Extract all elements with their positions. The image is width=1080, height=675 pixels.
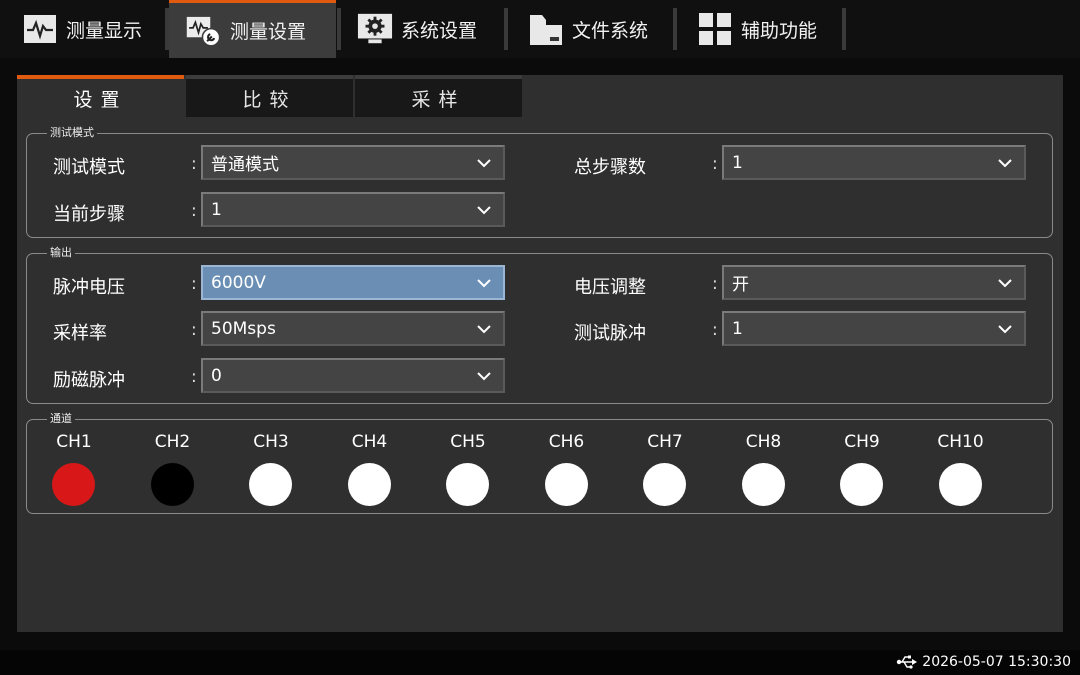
select-value: 1: [732, 152, 743, 173]
channel-label: CH4: [351, 432, 388, 452]
channel-toggle-ch2[interactable]: [150, 463, 194, 506]
colon: :: [191, 274, 197, 294]
sample-rate-select[interactable]: 50Msps: [201, 311, 505, 346]
nav-divider: [842, 8, 846, 50]
select-value: 0: [211, 365, 222, 386]
channel-toggle-ch10[interactable]: [938, 463, 982, 506]
channel-toggle-ch4[interactable]: [347, 463, 391, 506]
channel-toggle-ch5[interactable]: [446, 463, 489, 506]
usb-icon: [896, 655, 917, 669]
excite-pulse-label: 励磁脉冲: [53, 370, 125, 391]
colon: :: [191, 367, 197, 387]
channel-label: CH1: [56, 432, 92, 452]
group-title: 通道: [47, 411, 75, 427]
nav-divider: [337, 8, 341, 50]
test-pulse-label: 测试脉冲: [574, 323, 646, 344]
total-steps-label: 总步骤数: [574, 157, 646, 178]
channel-label: CH2: [154, 432, 191, 452]
chevron-down-icon: [477, 325, 491, 334]
waveform-wrench-icon: [186, 13, 222, 49]
channel-toggle-ch8[interactable]: [741, 463, 785, 506]
colon: :: [712, 154, 718, 174]
group-title: 测试模式: [47, 125, 97, 141]
nav-divider: [504, 8, 508, 50]
colon: :: [191, 320, 197, 340]
tab-file-system[interactable]: 文件系统: [528, 0, 673, 58]
total-steps-select[interactable]: 1: [722, 145, 1026, 180]
grid-icon: [697, 11, 733, 47]
subtab-bar: 设置 比较 采样: [17, 75, 1063, 117]
colon: :: [191, 154, 197, 174]
channel-toggle-ch1[interactable]: [52, 463, 95, 506]
tab-system-settings[interactable]: 系统设置: [357, 0, 502, 58]
select-value: 开: [732, 275, 749, 295]
tab-label: 文件系统: [572, 19, 649, 42]
group-test-mode: 测试模式 测试模式 : 普通模式 总步骤数 : 1 当前步骤 : 1: [26, 125, 1053, 238]
channel-toggle-ch7[interactable]: [643, 463, 686, 506]
channel-toggle-ch9[interactable]: [840, 463, 883, 506]
select-value: 1: [211, 199, 222, 220]
current-step-select[interactable]: 1: [201, 192, 505, 227]
chevron-down-icon: [477, 372, 491, 381]
select-value: 6000V: [211, 272, 266, 293]
tab-label: 辅助功能: [741, 19, 818, 42]
colon: :: [712, 320, 718, 340]
channel-toggle-ch3[interactable]: [249, 463, 292, 506]
voltage-adjust-select[interactable]: 开: [722, 265, 1026, 300]
tab-label: 测量设置: [230, 21, 307, 43]
subtab-compare[interactable]: 比较: [186, 75, 353, 117]
folder-icon: [528, 11, 564, 47]
channel-label: CH7: [647, 432, 683, 452]
group-title: 输出: [47, 245, 75, 261]
chevron-down-icon: [477, 279, 491, 288]
chevron-down-icon: [998, 325, 1012, 334]
test-mode-select[interactable]: 普通模式: [201, 145, 505, 180]
waveform-icon: [22, 11, 58, 47]
gear-monitor-icon: [357, 11, 393, 47]
settings-panel: 设置 比较 采样 测试模式 测试模式 : 普通模式 总步骤数 : 1 当前步骤 …: [17, 75, 1063, 632]
test-mode-label: 测试模式: [53, 157, 125, 178]
channel-label: CH10: [937, 432, 984, 452]
chevron-down-icon: [998, 279, 1012, 288]
chevron-down-icon: [998, 159, 1012, 168]
group-output: 输出 脉冲电压 : 6000V 电压调整 : 开 采样率 : 50Msps 测试…: [26, 245, 1053, 404]
tab-measure-settings[interactable]: 测量设置: [169, 0, 336, 58]
channel-toggle-ch6[interactable]: [544, 463, 588, 506]
test-pulse-select[interactable]: 1: [722, 311, 1026, 346]
channel-label: CH3: [253, 432, 289, 452]
nav-divider: [673, 8, 677, 50]
excite-pulse-select[interactable]: 0: [201, 358, 505, 393]
tab-label: 系统设置: [401, 19, 478, 42]
select-value: 1: [732, 318, 743, 339]
group-channels: 通道 CH1 CH2 CH3 CH4 CH5 CH6 CH7 CH8 CH9 CH10: [26, 411, 1053, 514]
status-bar: 2026-05-07 15:30:30: [0, 650, 1080, 675]
channel-label: CH5: [450, 432, 486, 452]
chevron-down-icon: [477, 159, 491, 168]
pulse-voltage-select[interactable]: 6000V: [201, 265, 505, 300]
sample-rate-label: 采样率: [53, 323, 107, 344]
subtab-settings[interactable]: 设置: [17, 75, 184, 117]
tab-assist-functions[interactable]: 辅助功能: [697, 0, 842, 58]
subtab-sampling[interactable]: 采样: [355, 75, 522, 117]
colon: :: [712, 274, 718, 294]
channel-label: CH9: [844, 432, 880, 452]
status-datetime: 2026-05-07 15:30:30: [922, 654, 1071, 670]
current-step-label: 当前步骤: [53, 204, 125, 225]
chevron-down-icon: [477, 206, 491, 215]
top-nav: 测量显示 测量设置 系统设置 文件系统 辅助功能: [0, 0, 1080, 58]
pulse-voltage-label: 脉冲电压: [53, 277, 125, 298]
select-value: 普通模式: [211, 155, 279, 175]
channel-label: CH8: [745, 432, 782, 452]
colon: :: [191, 201, 197, 221]
channel-label: CH6: [548, 432, 585, 452]
tab-label: 测量显示: [66, 19, 143, 42]
tab-measure-display[interactable]: 测量显示: [22, 0, 167, 58]
voltage-adjust-label: 电压调整: [574, 277, 646, 298]
select-value: 50Msps: [211, 318, 276, 339]
